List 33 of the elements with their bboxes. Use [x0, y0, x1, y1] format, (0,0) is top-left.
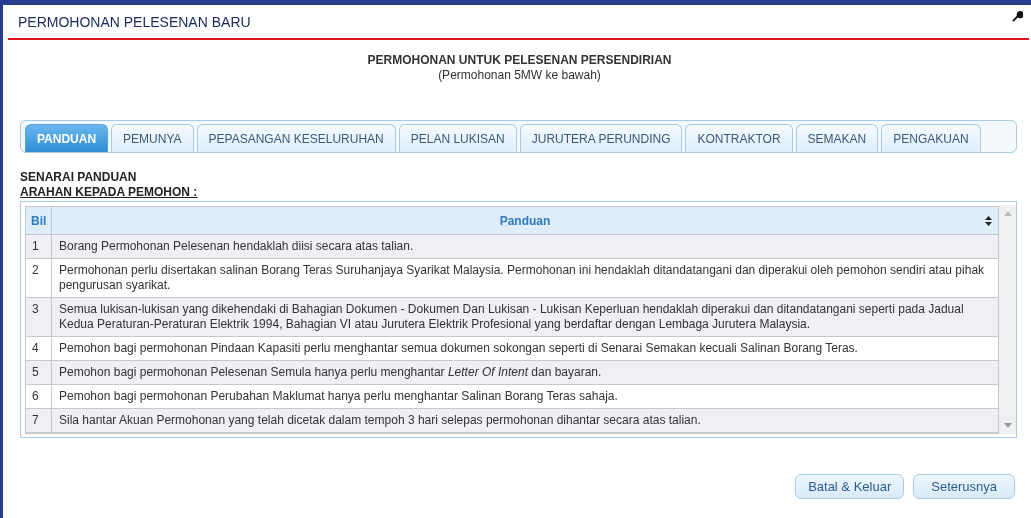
table-cell: 6 [26, 385, 52, 408]
table-cell-text: Pemohon bagi permohonan Pindaan Kapasiti perlu menghantar semua dokumen sokongan seperti di Senarai Semakan kecuali Salinan Borang Teras. [58, 340, 859, 357]
tab[interactable]: PELAN LUKISAN [398, 124, 517, 152]
table-cell-text: Permohonan perlu disertakan salinan Borang Teras Suruhanjaya Syarikat Malaysia. Permohonan ini hendaklah ditandatangani dan diperakui oleh pemohon sendiri atau pihak pengurusan syarikat. [58, 262, 986, 294]
sort-icon[interactable] [985, 216, 992, 226]
table-cell-text: Pemohon bagi permohonan Pelesenan Semula hanya perlu menghantar Letter Of Intent dan bayaran. [58, 364, 603, 381]
action-button[interactable]: Seterusnya [913, 474, 1015, 499]
table-cell: 7 [26, 409, 52, 432]
table-cell-text: Semua lukisan-lukisan yang dikehendaki di Bahagian Dokumen - Dokumen Dan Lukisan - Lukisan Keperluan hendaklah diperakui dan ditandatangani seperti pada Jadual Kedua Peraturan-Peraturan Elektrik 1994, Bahagian VI atau Jurutera Elektrik Profesional yang berdaftar dengan Lembaga Jurutera Malaysia. [58, 301, 965, 333]
table-cell: 5 [26, 361, 52, 384]
section-subtitle: ARAHAN KEPADA PEMOHON : [20, 185, 199, 199]
table-cell: 2 [26, 259, 52, 297]
tab[interactable]: KONTRAKTOR [685, 124, 793, 152]
tab[interactable]: PEPASANGAN KESELURUHAN [196, 124, 396, 152]
table-cell: 1 [26, 235, 52, 258]
table-cell-text: Sila hantar Akuan Permohonan yang telah dicetak dalam tempoh 3 hari selepas permohonan dihantar secara atas talian. [58, 412, 702, 429]
form-subheading: (Permohonan 5MW ke bawah) [437, 68, 602, 82]
section-title: SENARAI PANDUAN [20, 170, 138, 184]
tab[interactable]: PEMUNYA [111, 124, 194, 152]
table-cell-text: Borang Permohonan Pelesenan hendaklah diisi secara atas talian. [58, 238, 415, 255]
table-cell: 4 [26, 337, 52, 360]
table-cell-text: Pemohon bagi permohonan Perubahan Maklumat hanya perlu menghantar Salinan Borang Teras sahaja. [58, 388, 619, 405]
column-header[interactable]: Panduan [52, 207, 998, 234]
panel-title: PERMOHONAN PELESENAN BARU [18, 13, 251, 30]
scrollbar-drawing[interactable] [999, 205, 1016, 434]
action-button[interactable]: Batal & Keluar [795, 474, 905, 499]
column-header[interactable]: Bil [26, 207, 52, 234]
tab[interactable]: JURUTERA PERUNDING [519, 124, 683, 152]
form-heading: PERMOHONAN UNTUK PELESENAN PERSENDIRIAN [366, 53, 673, 67]
tab[interactable]: PENGAKUAN [881, 124, 981, 152]
table-cell: 3 [26, 298, 52, 336]
wrench-icon[interactable] [1012, 11, 1023, 22]
tab[interactable]: SEMAKAN [795, 124, 879, 152]
